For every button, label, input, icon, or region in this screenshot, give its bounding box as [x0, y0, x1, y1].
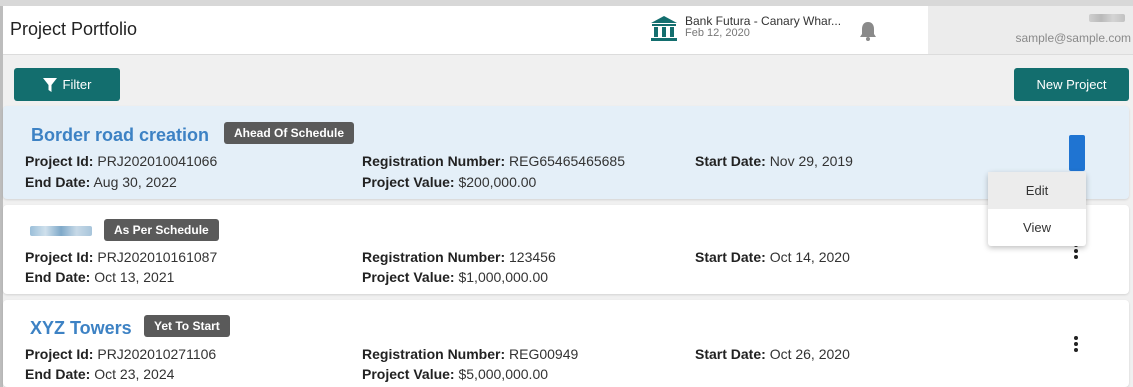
project-name[interactable]: Border road creation: [31, 125, 209, 146]
project-value-value: $1,000,000.00: [458, 269, 549, 285]
end-date-value: Oct 23, 2024: [94, 366, 175, 382]
registration-number-label: Registration Number:: [362, 153, 506, 169]
bell-icon[interactable]: [858, 20, 878, 42]
bank-date: Feb 12, 2020: [685, 27, 750, 39]
more-vertical-icon[interactable]: [1071, 243, 1081, 263]
project-card[interactable]: As Per Schedule Project Id: PRJ202010161…: [3, 205, 1129, 294]
bank-name[interactable]: Bank Futura - Canary Whar...: [685, 14, 841, 28]
status-badge: Ahead Of Schedule: [224, 122, 355, 144]
start-date-value: Nov 29, 2019: [769, 153, 853, 169]
registration-number-value: REG65465465685: [509, 153, 626, 169]
project-id-field: Project Id: PRJ202010161087: [25, 249, 217, 265]
status-badge: Yet To Start: [144, 315, 230, 337]
project-id-label: Project Id:: [25, 346, 94, 362]
start-date-value: Oct 14, 2020: [769, 249, 850, 265]
context-menu: Edit View: [988, 172, 1086, 246]
end-date-value: Aug 30, 2022: [93, 174, 177, 190]
project-value-field: Project Value: $1,000,000.00: [362, 269, 548, 285]
project-id-value: PRJ202010161087: [97, 249, 218, 265]
project-value-field: Project Value: $200,000.00: [362, 174, 536, 190]
project-id-value: PRJ202010271106: [97, 346, 217, 362]
registration-number-field: Registration Number: 123456: [362, 249, 556, 265]
more-vertical-icon[interactable]: [1071, 336, 1081, 356]
page-title: Project Portfolio: [10, 19, 138, 39]
start-date-field: Start Date: Nov 29, 2019: [695, 153, 853, 169]
menu-item-edit[interactable]: Edit: [988, 172, 1086, 209]
registration-number-value: 123456: [509, 249, 556, 265]
end-date-label: End Date:: [25, 174, 91, 190]
project-value-label: Project Value:: [362, 366, 455, 382]
new-project-button[interactable]: New Project: [1014, 68, 1129, 101]
registration-number-field: Registration Number: REG00949: [362, 346, 578, 362]
end-date-field: End Date: Aug 30, 2022: [25, 174, 177, 190]
registration-number-label: Registration Number:: [362, 346, 506, 362]
header-bar: Project Portfolio Bank Futura - Canary W…: [0, 6, 1133, 55]
registration-number-label: Registration Number:: [362, 249, 506, 265]
end-date-value: Oct 13, 2021: [94, 269, 175, 285]
end-date-field: End Date: Oct 23, 2024: [25, 366, 174, 382]
project-value-label: Project Value:: [362, 269, 455, 285]
bank-icon: [651, 16, 677, 41]
project-id-label: Project Id:: [25, 249, 94, 265]
registration-number-value: REG00949: [509, 346, 579, 362]
project-portfolio-page: Project Portfolio Bank Futura - Canary W…: [0, 0, 1133, 387]
end-date-field: End Date: Oct 13, 2021: [25, 269, 174, 285]
start-date-label: Start Date:: [695, 249, 766, 265]
filter-button[interactable]: Filter: [14, 68, 120, 101]
project-name-redacted[interactable]: [30, 226, 92, 236]
user-menu[interactable]: sample@sample.com: [928, 6, 1133, 54]
project-name[interactable]: XYZ Towers: [30, 318, 132, 339]
project-value-field: Project Value: $5,000,000.00: [362, 366, 548, 382]
user-name-redacted: [1089, 14, 1125, 22]
more-vertical-icon[interactable]: [1069, 135, 1085, 171]
project-id-value: PRJ202010041066: [97, 153, 218, 169]
user-email: sample@sample.com: [1015, 31, 1131, 45]
project-card[interactable]: XYZ Towers Yet To Start Project Id: PRJ2…: [3, 300, 1129, 387]
start-date-field: Start Date: Oct 26, 2020: [695, 346, 850, 362]
start-date-field: Start Date: Oct 14, 2020: [695, 249, 850, 265]
project-value-label: Project Value:: [362, 174, 455, 190]
start-date-value: Oct 26, 2020: [769, 346, 850, 362]
registration-number-field: Registration Number: REG65465465685: [362, 153, 625, 169]
start-date-label: Start Date:: [695, 346, 766, 362]
project-id-label: Project Id:: [25, 153, 94, 169]
end-date-label: End Date:: [25, 269, 91, 285]
start-date-label: Start Date:: [695, 153, 766, 169]
project-card[interactable]: Border road creation Ahead Of Schedule P…: [3, 106, 1129, 199]
project-value-value: $200,000.00: [458, 174, 537, 190]
project-id-field: Project Id: PRJ202010041066: [25, 153, 217, 169]
end-date-label: End Date:: [25, 366, 91, 382]
status-badge: As Per Schedule: [104, 219, 219, 241]
filter-icon: [42, 77, 57, 92]
menu-item-view[interactable]: View: [988, 209, 1086, 246]
filter-button-label: Filter: [62, 77, 92, 92]
project-id-field: Project Id: PRJ202010271106: [25, 346, 216, 362]
project-value-value: $5,000,000.00: [458, 366, 549, 382]
